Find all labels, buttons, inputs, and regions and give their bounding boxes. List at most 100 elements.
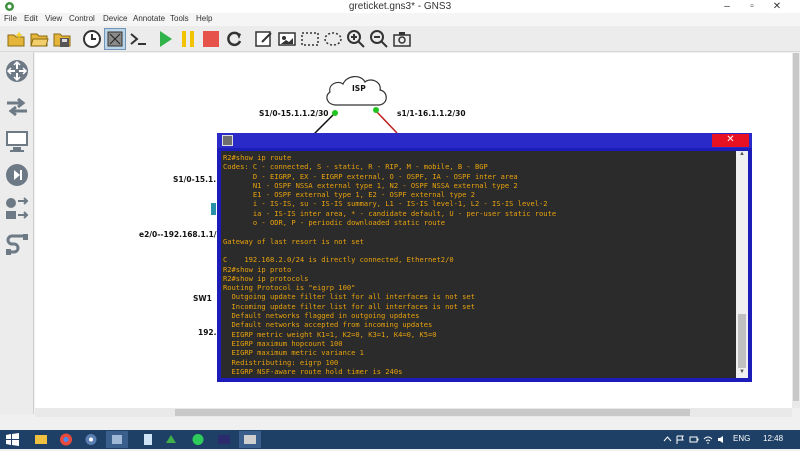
battery-icon[interactable] — [689, 435, 699, 444]
terminal-line: R2#show ip protocols — [223, 273, 309, 283]
terminal-line: C 192.168.2.0/24 is directly connected, … — [223, 255, 454, 265]
menu-help[interactable]: Help — [196, 14, 212, 23]
taskbar-gns3[interactable] — [106, 431, 128, 448]
terminal-line: ia - IS-IS inter area, * - candidate def… — [223, 208, 557, 218]
menu-tools[interactable]: Tools — [170, 14, 189, 23]
zoom-out-icon[interactable] — [369, 29, 389, 49]
minimize-button[interactable]: – — [716, 0, 738, 13]
end-devices-icon[interactable] — [4, 128, 30, 154]
taskbar: ENG 12:48 — [0, 430, 800, 449]
menu-device[interactable]: Device — [103, 14, 127, 23]
clock[interactable]: 12:48 — [763, 434, 783, 443]
terminal-line: Default networks flagged in outgoing upd… — [223, 311, 420, 321]
console-window[interactable]: ✕ R2#show ip route Codes: C - connected, … — [217, 133, 752, 382]
add-note-icon[interactable] — [254, 29, 274, 49]
terminal-line: i - IS-IS, su - IS-IS summary, L1 - IS-I… — [223, 199, 548, 209]
draw-ellipse-icon[interactable] — [323, 29, 343, 49]
reload-all-icon[interactable] — [224, 29, 244, 49]
toolbar — [0, 26, 800, 52]
console-app-icon — [222, 135, 233, 146]
all-devices-icon[interactable] — [4, 196, 30, 222]
menu-file[interactable]: File — [4, 14, 17, 23]
gns3-icon — [112, 435, 122, 444]
draw-rectangle-icon[interactable] — [300, 29, 320, 49]
canvas-vertical-scrollbar[interactable] — [792, 53, 800, 408]
suspend-all-icon[interactable] — [178, 29, 198, 49]
console-title-bar[interactable]: ✕ — [217, 133, 752, 148]
isp-right-interface-label: s1/1-16.1.1.2/30 — [397, 109, 466, 118]
scroll-up-arrow-icon[interactable]: ▲ — [736, 151, 748, 160]
new-project-icon[interactable] — [6, 29, 26, 49]
title-bar: greticket.gns3* - GNS3 – ▫ ✕ — [0, 0, 800, 13]
interface-labels-icon[interactable] — [104, 28, 126, 50]
terminal-output[interactable]: R2#show ip route Codes: C - connected, S … — [221, 151, 736, 378]
menu-edit[interactable]: Edit — [24, 14, 38, 23]
terminal-line: o - ODR, P - periodic downloaded static … — [223, 218, 446, 228]
save-project-icon[interactable] — [52, 29, 72, 49]
open-project-icon[interactable] — [29, 29, 49, 49]
routers-icon[interactable] — [4, 58, 30, 84]
taskbar-terminal[interactable] — [213, 431, 235, 448]
language-indicator[interactable]: ENG — [733, 434, 750, 443]
terminal-line: Redistributing: eigrp 100 — [223, 357, 339, 367]
menu-control[interactable]: Control — [69, 14, 95, 23]
router-interface-label: S1/0-15.1. — [173, 175, 217, 184]
menu-annotate[interactable]: Annotate — [133, 14, 165, 23]
terminal-line: Codes: C - connected, S - static, R - RI… — [223, 162, 488, 172]
canvas-horizontal-scrollbar[interactable] — [35, 408, 792, 417]
window-title: greticket.gns3* - GNS3 — [348, 1, 452, 12]
terminal-line: Default networks accepted from incoming … — [223, 320, 433, 330]
maximize-button[interactable]: ▫ — [741, 0, 763, 13]
console-icon — [244, 435, 256, 444]
taskbar-whatsapp[interactable] — [187, 431, 209, 448]
scrollbar-thumb[interactable] — [175, 409, 690, 416]
whatsapp-icon — [192, 434, 204, 445]
chrome-icon — [60, 433, 72, 446]
switches-icon[interactable] — [4, 94, 30, 120]
taskbar-chrome[interactable] — [55, 431, 77, 448]
scrollbar-thumb[interactable] — [793, 53, 799, 401]
router-edge-icon[interactable] — [211, 203, 216, 215]
console-close-button[interactable]: ✕ — [712, 134, 749, 147]
isp-cloud-label: ISP — [352, 84, 366, 93]
terminal-line: Outgoing update filter list for all inte… — [223, 292, 475, 302]
terminal-scroll-thumb[interactable] — [738, 314, 746, 368]
isp-left-interface-label: S1/0-15.1.1.2/30 — [259, 109, 329, 118]
stop-all-icon[interactable] — [201, 29, 221, 49]
screenshot-camera-icon[interactable] — [392, 29, 412, 49]
flag-icon[interactable] — [676, 435, 685, 444]
snapshot-clock-icon[interactable] — [82, 29, 102, 49]
folder-icon — [35, 435, 47, 444]
start-all-icon[interactable] — [155, 29, 175, 49]
terminal-line: EIGRP maximum metric variance 1 — [223, 348, 364, 358]
isp-cloud-icon[interactable] — [318, 73, 398, 113]
security-devices-icon[interactable] — [4, 162, 30, 188]
status-strip — [0, 417, 800, 430]
insert-picture-icon[interactable] — [277, 29, 297, 49]
volume-icon[interactable] — [717, 435, 727, 444]
taskbar-network-app[interactable] — [160, 431, 182, 448]
zoom-in-icon[interactable] — [346, 29, 366, 49]
console-all-icon[interactable] — [128, 29, 148, 49]
terminal-icon — [218, 435, 230, 444]
terminal-scrollbar[interactable]: ▲ ▼ — [736, 151, 748, 378]
taskbar-app-3[interactable] — [80, 431, 102, 448]
windows-start-icon[interactable] — [6, 433, 19, 446]
close-window-button[interactable]: ✕ — [766, 0, 788, 13]
sw1-label: SW1 — [193, 294, 212, 303]
terminal-line: R2#show ip route — [223, 153, 292, 162]
tray-up-arrow-icon[interactable] — [663, 435, 672, 444]
terminal-line: Gateway of last resort is not set — [223, 236, 364, 246]
terminal-line: D - EIGRP, EX - EIGRP external, O - OSPF… — [223, 171, 518, 181]
taskbar-notepad[interactable] — [137, 431, 159, 448]
menu-view[interactable]: View — [45, 14, 62, 23]
terminal-line: EIGRP maximum hopcount 100 — [223, 338, 343, 348]
add-link-icon[interactable] — [4, 232, 30, 258]
taskbar-file-explorer[interactable] — [30, 431, 52, 448]
taskbar-gns3-console[interactable] — [239, 431, 261, 448]
wifi-icon[interactable] — [703, 435, 713, 444]
terminal-line: EIGRP metric weight K1=1, K2=0, K3=1, K4… — [223, 329, 437, 339]
scroll-down-arrow-icon[interactable]: ▼ — [736, 369, 748, 378]
